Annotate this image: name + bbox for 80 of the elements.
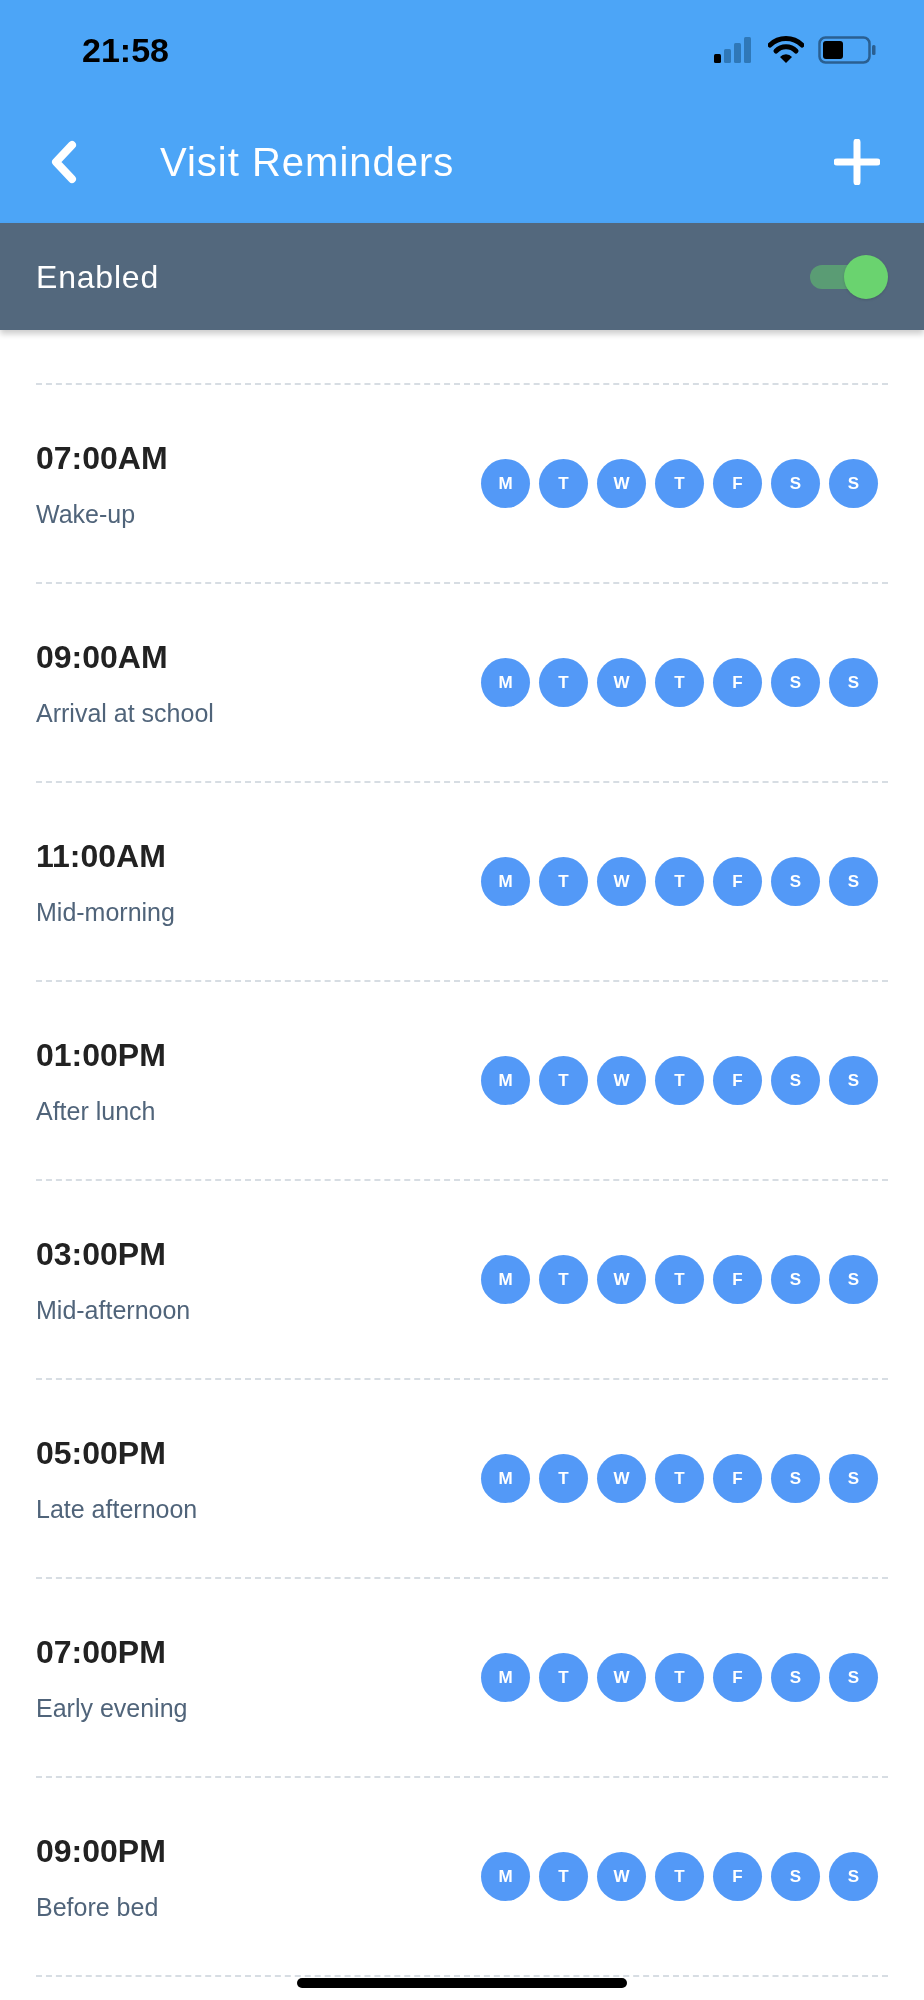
day-toggle[interactable]: T — [539, 857, 588, 906]
day-toggle[interactable]: S — [771, 1056, 820, 1105]
day-toggle[interactable]: T — [655, 1852, 704, 1901]
day-toggle[interactable]: S — [771, 857, 820, 906]
day-toggle[interactable]: F — [713, 1056, 762, 1105]
day-toggle[interactable]: F — [713, 1255, 762, 1304]
day-toggle[interactable]: S — [771, 459, 820, 508]
day-toggle[interactable]: S — [829, 1653, 878, 1702]
reminder-time: 11:00AM — [36, 836, 167, 876]
day-toggle[interactable]: M — [481, 1653, 530, 1702]
day-toggle[interactable]: W — [597, 459, 646, 508]
day-toggle[interactable]: F — [713, 658, 762, 707]
reminder-label: Mid-morning — [36, 896, 175, 928]
wifi-icon — [768, 36, 804, 64]
day-toggle[interactable]: T — [539, 1653, 588, 1702]
day-toggle[interactable]: S — [829, 1852, 878, 1901]
screen-title: Visit Reminders — [160, 138, 455, 186]
day-toggle[interactable]: S — [771, 1454, 820, 1503]
day-toggle[interactable]: T — [539, 658, 588, 707]
day-toggle[interactable]: T — [655, 459, 704, 508]
reminder-label: Late afternoon — [36, 1493, 198, 1525]
day-toggle[interactable]: T — [655, 1653, 704, 1702]
day-toggle[interactable]: S — [771, 1653, 820, 1702]
day-toggle[interactable]: M — [481, 658, 530, 707]
day-toggle[interactable]: M — [481, 857, 530, 906]
day-toggle[interactable]: F — [713, 1852, 762, 1901]
day-toggle[interactable]: W — [597, 658, 646, 707]
battery-icon — [818, 36, 876, 64]
day-toggle[interactable]: T — [655, 658, 704, 707]
day-toggle[interactable]: T — [655, 857, 704, 906]
day-toggle[interactable]: T — [655, 1454, 704, 1503]
reminder-time: 09:00AM — [36, 637, 169, 677]
day-toggle[interactable]: W — [597, 1255, 646, 1304]
reminder-time: 07:00AM — [36, 438, 168, 478]
day-toggle[interactable]: S — [829, 459, 878, 508]
day-toggle[interactable]: S — [771, 658, 820, 707]
day-toggle[interactable]: T — [539, 1255, 588, 1304]
reminder-time: 07:00PM — [36, 1632, 167, 1672]
day-toggle[interactable]: W — [597, 1056, 646, 1105]
day-toggle[interactable]: T — [655, 1056, 704, 1105]
day-toggle[interactable]: F — [713, 1653, 762, 1702]
day-toggle[interactable]: F — [713, 1454, 762, 1503]
reminder-label: Before bed — [36, 1891, 160, 1923]
reminder-time: 05:00PM — [36, 1433, 167, 1473]
reminder-time: 09:00PM — [36, 1831, 166, 1871]
day-toggle[interactable]: T — [539, 1852, 588, 1901]
day-toggle[interactable]: M — [481, 1056, 530, 1105]
reminder-time: 01:00PM — [36, 1035, 166, 1075]
day-toggle[interactable]: S — [829, 658, 878, 707]
enabled-switch[interactable] — [808, 254, 888, 299]
day-toggle[interactable]: S — [771, 1852, 820, 1901]
day-toggle[interactable]: M — [481, 459, 530, 508]
day-toggle[interactable]: T — [655, 1255, 704, 1304]
day-toggle[interactable]: S — [771, 1255, 820, 1304]
day-toggle[interactable]: W — [597, 1852, 646, 1901]
reminder-label: Wake-up — [36, 498, 137, 530]
day-toggle[interactable]: F — [713, 857, 762, 906]
enabled-label: Enabled — [36, 257, 160, 297]
day-toggle[interactable]: S — [829, 1454, 878, 1503]
status-time: 21:58 — [82, 29, 169, 71]
day-toggle[interactable]: T — [539, 1454, 588, 1503]
reminder-label: Mid-afternoon — [36, 1294, 191, 1326]
reminder-label: Early evening — [36, 1692, 188, 1724]
day-toggle[interactable]: T — [539, 1056, 588, 1105]
reminder-label: Arrival at school — [36, 697, 214, 729]
signal-icon — [714, 37, 754, 63]
day-toggle[interactable]: F — [713, 459, 762, 508]
day-toggle[interactable]: T — [539, 459, 588, 508]
day-toggle[interactable]: S — [829, 857, 878, 906]
day-toggle[interactable]: S — [829, 1056, 878, 1105]
day-toggle[interactable]: W — [597, 1653, 646, 1702]
day-toggle[interactable]: W — [597, 857, 646, 906]
day-toggle[interactable]: M — [481, 1255, 530, 1304]
day-toggle[interactable]: W — [597, 1454, 646, 1503]
day-toggle[interactable]: M — [481, 1454, 530, 1503]
day-toggle[interactable]: S — [829, 1255, 878, 1304]
day-toggle[interactable]: M — [481, 1852, 530, 1901]
reminder-label: After lunch — [36, 1095, 157, 1127]
add-button[interactable] — [834, 138, 880, 185]
reminder-time: 03:00PM — [36, 1234, 167, 1274]
